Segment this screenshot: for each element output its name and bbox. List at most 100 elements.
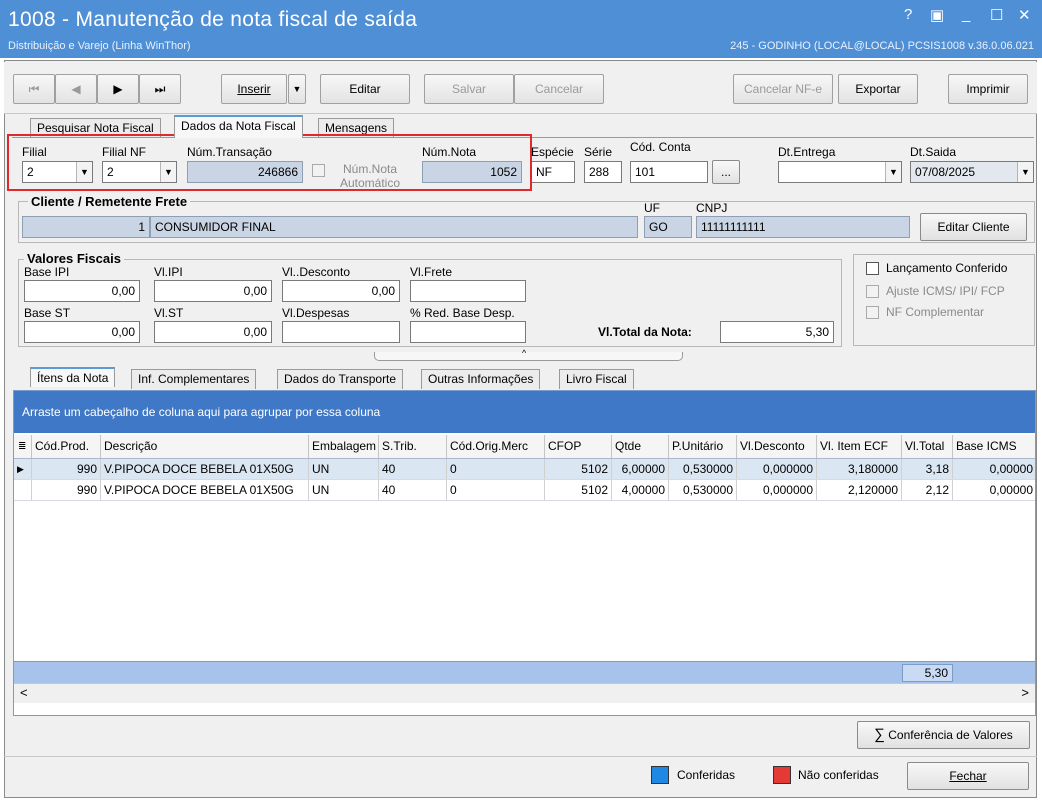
minimize-icon[interactable]: _ — [962, 6, 970, 23]
serie-field[interactable]: 288 — [584, 161, 622, 183]
calendar-dropdown-icon[interactable]: ▼ — [1017, 162, 1033, 182]
column-header[interactable]: Vl. Item ECF — [817, 435, 902, 458]
cell-embalagem: UN — [309, 459, 379, 479]
base-ipi-field[interactable]: 0,00 — [24, 280, 140, 302]
tab-inf-complementares[interactable]: Inf. Complementares — [131, 369, 257, 389]
title-bar: 1008 - Manutenção de nota fiscal de saíd… — [0, 0, 1042, 58]
help-icon[interactable]: ? — [904, 6, 912, 23]
column-header[interactable]: Vl.Desconto — [737, 435, 817, 458]
vl-ipi-field[interactable]: 0,00 — [154, 280, 272, 302]
cell-qtde: 4,00000 — [612, 480, 669, 500]
cnpj-label: CNPJ — [696, 201, 728, 215]
vl-st-field[interactable]: 0,00 — [154, 321, 272, 343]
serie-label: Série — [584, 145, 613, 159]
complementar-checkbox[interactable] — [866, 306, 879, 319]
prev-record-button[interactable]: ◀ — [55, 74, 97, 104]
dtentrega-label: Dt.Entrega — [778, 145, 836, 159]
scroll-left-icon[interactable]: < — [20, 685, 28, 700]
print-button[interactable]: Imprimir — [948, 74, 1028, 104]
maximize-icon[interactable]: ☐ — [990, 6, 1003, 24]
ajuste-checkbox[interactable] — [866, 285, 879, 298]
column-header[interactable]: Base ICMS — [953, 435, 1035, 458]
legend-red-swatch — [773, 766, 791, 784]
dtsaida-label: Dt.Saida — [910, 145, 957, 159]
cliente-code-field[interactable]: 1 — [22, 216, 150, 238]
cell-cod-prod: 990 — [32, 459, 101, 479]
cell-base-icms: 0,00000 — [953, 459, 1035, 479]
tab-itens-nota[interactable]: Ítens da Nota — [30, 367, 116, 387]
red-base-label: % Red. Base Desp. — [410, 306, 515, 320]
horizontal-scrollbar[interactable]: < > — [14, 683, 1035, 703]
first-record-button[interactable]: ⏮ — [13, 74, 55, 104]
save-button[interactable]: Salvar — [424, 74, 514, 104]
edit-client-button[interactable]: Editar Cliente — [920, 213, 1027, 241]
calendar-dropdown-icon[interactable]: ▼ — [885, 162, 901, 182]
conta-label: Cód. Conta — [630, 140, 691, 154]
status-divider — [4, 756, 1037, 757]
column-header[interactable]: Embalagem — [309, 435, 379, 458]
legend-blue-swatch — [651, 766, 669, 784]
uf-field[interactable]: GO — [644, 216, 692, 238]
column-header[interactable]: CFOP — [545, 435, 612, 458]
base-st-field[interactable]: 0,00 — [24, 321, 140, 343]
vl-despesas-field[interactable] — [282, 321, 400, 343]
close-button[interactable]: Fechar — [907, 762, 1029, 790]
restore-icon[interactable]: ▣ — [930, 6, 944, 24]
column-header[interactable]: P.Unitário — [669, 435, 737, 458]
total-field[interactable]: 5,30 — [720, 321, 834, 343]
cell-cfop: 5102 — [545, 480, 612, 500]
edit-button[interactable]: Editar — [320, 74, 410, 104]
valores-title: Valores Fiscais — [24, 251, 124, 266]
grid-footer: 5,30 — [14, 661, 1035, 683]
column-chooser-icon[interactable]: ≣ — [14, 435, 32, 458]
tab-outras-informacoes[interactable]: Outras Informações — [421, 369, 541, 389]
table-row[interactable]: ▶ 990 V.PIPOCA DOCE BEBELA 01X50G UN 40 … — [14, 459, 1035, 480]
footer-total: 5,30 — [902, 664, 953, 682]
export-button[interactable]: Exportar — [838, 74, 918, 104]
column-header[interactable]: Vl.Total — [902, 435, 953, 458]
vl-despesas-label: Vl.Despesas — [282, 306, 350, 320]
scroll-right-icon[interactable]: > — [1021, 685, 1029, 700]
insert-button[interactable]: Inserir — [221, 74, 287, 104]
close-icon[interactable]: ✕ — [1018, 6, 1031, 24]
column-header[interactable]: S.Trib. — [379, 435, 447, 458]
next-record-button[interactable]: ▶ — [97, 74, 139, 104]
especie-field[interactable]: NF — [531, 161, 575, 183]
grid-header: ≣ Cód.Prod. Descrição Embalagem S.Trib. … — [14, 435, 1035, 459]
vl-desconto-field[interactable]: 0,00 — [282, 280, 400, 302]
last-record-button[interactable]: ⏭ — [139, 74, 181, 104]
conferido-label: Lançamento Conferido — [886, 261, 1008, 275]
splitter-handle[interactable]: ^ — [374, 348, 683, 361]
cell-orig-merc: 0 — [447, 480, 545, 500]
cnpj-field[interactable]: 11111111111 — [696, 216, 910, 238]
tab-dados-transporte[interactable]: Dados do Transporte — [277, 369, 404, 389]
dtentrega-field[interactable]: ▼ — [778, 161, 902, 183]
cliente-name-field[interactable]: CONSUMIDOR FINAL — [150, 216, 638, 238]
insert-dropdown-button[interactable]: ▼ — [288, 74, 306, 104]
cancel-button[interactable]: Cancelar — [514, 74, 604, 104]
uf-label: UF — [644, 201, 660, 215]
conta-lookup-button[interactable]: ... — [712, 160, 740, 184]
cell-cfop: 5102 — [545, 459, 612, 479]
legend-conferidas: Conferidas — [677, 768, 736, 782]
tab-dados-nota[interactable]: Dados da Nota Fiscal — [174, 115, 303, 138]
highlight-box — [7, 134, 532, 191]
vl-frete-label: Vl.Frete — [410, 265, 453, 279]
column-header[interactable]: Qtde — [612, 435, 669, 458]
vl-desconto-label: Vl..Desconto — [282, 265, 351, 279]
conferido-checkbox[interactable] — [866, 262, 879, 275]
column-header[interactable]: Cód.Prod. — [32, 435, 101, 458]
conta-field[interactable]: 101 — [630, 161, 708, 183]
column-header[interactable]: Descrição — [101, 435, 309, 458]
table-row[interactable]: 990 V.PIPOCA DOCE BEBELA 01X50G UN 40 0 … — [14, 480, 1035, 501]
cell-embalagem: UN — [309, 480, 379, 500]
dtsaida-value: 07/08/2025 — [915, 165, 976, 179]
cancel-nfe-button[interactable]: Cancelar NF-e — [733, 74, 833, 104]
group-by-panel[interactable]: Arraste um cabeçalho de coluna aqui para… — [14, 391, 1035, 433]
red-base-field[interactable] — [410, 321, 526, 343]
conferencia-button[interactable]: ∑ Conferência de Valores — [857, 721, 1030, 749]
dtsaida-field[interactable]: 07/08/2025 ▼ — [910, 161, 1034, 183]
tab-livro-fiscal[interactable]: Livro Fiscal — [559, 369, 634, 389]
column-header[interactable]: Cód.Orig.Merc — [447, 435, 545, 458]
vl-frete-field[interactable] — [410, 280, 526, 302]
